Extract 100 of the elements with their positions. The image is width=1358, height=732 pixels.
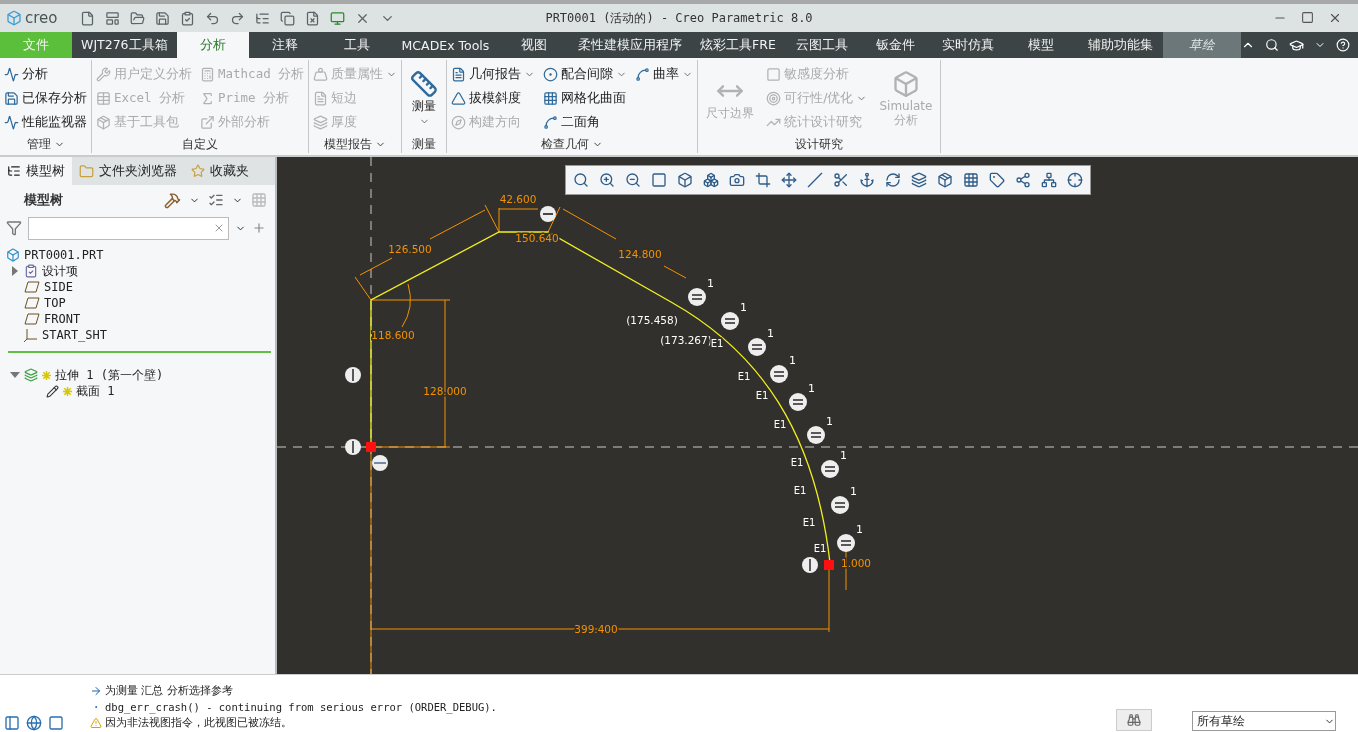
ribbon-button[interactable]: 网格化曲面 [543, 86, 628, 110]
globe-icon[interactable] [26, 715, 42, 731]
tree-item[interactable]: 拉伸 1 (第一个壁) [55, 366, 164, 384]
vertical-constraint-icon [345, 367, 361, 383]
clear-icon[interactable] [213, 222, 225, 234]
tree-item[interactable]: 设计项 [42, 262, 78, 280]
pulse-icon [4, 114, 19, 130]
constraint-label: 1 [789, 354, 796, 367]
circle-icon [543, 66, 559, 82]
tree-item[interactable]: FRONT [44, 312, 81, 326]
ruler-icon [410, 70, 439, 99]
group-label: 管理 [26, 135, 51, 153]
equal-constraint-icon [688, 288, 706, 306]
help-icon[interactable] [1336, 38, 1350, 52]
constraint-label: E1 [802, 517, 816, 528]
compass-icon [451, 114, 467, 130]
calculator-icon [200, 66, 215, 82]
search-icon[interactable] [1265, 38, 1279, 52]
group-label: 自定义 [182, 135, 219, 153]
ribbon-tab[interactable]: 草绘 [1163, 32, 1241, 58]
arrow-icon [90, 685, 102, 697]
ribbon-tab[interactable]: 视图 [498, 32, 571, 58]
collapse-arrow-icon[interactable] [10, 370, 20, 380]
panel-title: 模型树 [24, 191, 63, 209]
ribbon-button[interactable]: 曲率 [635, 62, 694, 86]
window-title: PRT0001 (活动的) - Creo Parametric 8.0 [545, 10, 813, 25]
horizontal-constraint-icon [540, 206, 556, 222]
ribbon-button[interactable]: 测量 [406, 68, 443, 129]
dimension-value: 1.000 [840, 557, 872, 569]
sketch-endpoint [366, 442, 376, 452]
constraint-label: 1 [740, 301, 747, 314]
warning-icon [90, 717, 102, 729]
dimension-value: 42.600 [499, 193, 537, 205]
selection-filter-dropdown[interactable]: 所有草绘 [1192, 711, 1336, 731]
dimension-value: 399.400 [574, 623, 618, 635]
weight-icon [313, 66, 329, 82]
close-icon[interactable] [1328, 11, 1342, 25]
group-label: 检查几何 [541, 135, 590, 153]
app-logo: creo [25, 9, 58, 27]
tree-icon [7, 164, 21, 178]
ribbon-tab[interactable]: 注释 [248, 32, 321, 58]
reference-dimension: (175.458) [626, 314, 678, 326]
ribbon-tab[interactable]: 工具 [320, 32, 393, 58]
angle-dimension-arc [401, 283, 411, 328]
constraint-label: E1 [737, 371, 751, 382]
ribbon-tab[interactable]: 钣金件 [859, 32, 932, 58]
ribbon-tab[interactable]: MCADEx Tools [392, 32, 499, 58]
graduation-cap-icon[interactable] [1289, 37, 1304, 53]
ribbon-tab[interactable]: 模型 [1005, 32, 1078, 58]
document-icon [313, 90, 329, 106]
hammer-icon[interactable] [164, 191, 181, 209]
square-icon[interactable] [48, 715, 64, 731]
ribbon-tab[interactable]: 云图工具 [785, 32, 860, 58]
star-folder-icon [191, 164, 205, 178]
tree-item[interactable]: 截面 1 [76, 382, 115, 400]
tree-item[interactable]: TOP [44, 296, 66, 310]
ribbon-tab[interactable]: 分析 [176, 32, 249, 58]
constraint-label: E1 [773, 419, 787, 430]
tree-item[interactable]: START_SHT [42, 328, 108, 342]
find-button[interactable] [1116, 709, 1152, 731]
ribbon-button[interactable]: 二面角 [543, 110, 628, 134]
dimension-value: 126.500 [388, 243, 432, 255]
grid-icon [543, 90, 559, 106]
ribbon-tab[interactable]: 实时仿真 [931, 32, 1006, 58]
panel-tab[interactable]: 收藏夹 [184, 157, 256, 185]
list-icon[interactable] [208, 192, 224, 208]
ribbon-tab[interactable]: WJT276工具箱 [72, 32, 177, 58]
constraint-label: E1 [710, 338, 724, 349]
extrude-icon [24, 368, 38, 382]
constraint-label: E1 [790, 457, 804, 468]
constraint-label: E1 [755, 390, 769, 401]
constraint-label: E1 [813, 543, 827, 554]
message-text: dbg_err_crash() - continuing from serious error (ORDER_DEBUG). [105, 701, 497, 713]
search-field[interactable] [28, 216, 229, 240]
wrench-icon [96, 66, 111, 82]
ribbon-button[interactable]: 性能监视器 [4, 110, 87, 134]
group-label: 设计研究 [795, 135, 844, 153]
ribbon-tab[interactable]: 柔性建模应用程序 [570, 32, 691, 58]
panel-tab[interactable]: 模型树 [0, 157, 72, 185]
ribbon-tab[interactable]: 辅助功能集 [1077, 32, 1163, 58]
tree-item[interactable]: SIDE [44, 280, 73, 294]
sketch-endpoint [824, 560, 834, 570]
panel-icon[interactable] [4, 715, 20, 731]
maximize-icon[interactable] [1301, 11, 1314, 24]
ribbon-button[interactable]: 已保存分析 [4, 86, 87, 110]
constraint-label: 1 [840, 449, 847, 462]
ribbon-button[interactable]: 拔模斜度 [451, 86, 536, 110]
target-icon [766, 90, 782, 106]
panel-tab[interactable]: 文件夹浏览器 [72, 157, 184, 185]
curve-icon [635, 66, 651, 82]
folder-icon [79, 163, 94, 179]
expand-arrow-icon[interactable] [10, 266, 20, 276]
message-text: 因为非法视图指令，此视图已被冻结。 [105, 716, 292, 730]
ribbon-button[interactable]: 几何报告 [451, 62, 536, 86]
group-label: 模型报告 [324, 135, 373, 153]
binoculars-icon [1127, 713, 1141, 727]
tree-item[interactable]: PRT0001.PRT [24, 248, 104, 262]
ribbon-button[interactable]: 分析 [4, 62, 87, 86]
ribbon-tab[interactable]: 炫彩工具FRE [690, 32, 786, 58]
ribbon-button[interactable]: 配合间隙 [543, 62, 628, 86]
